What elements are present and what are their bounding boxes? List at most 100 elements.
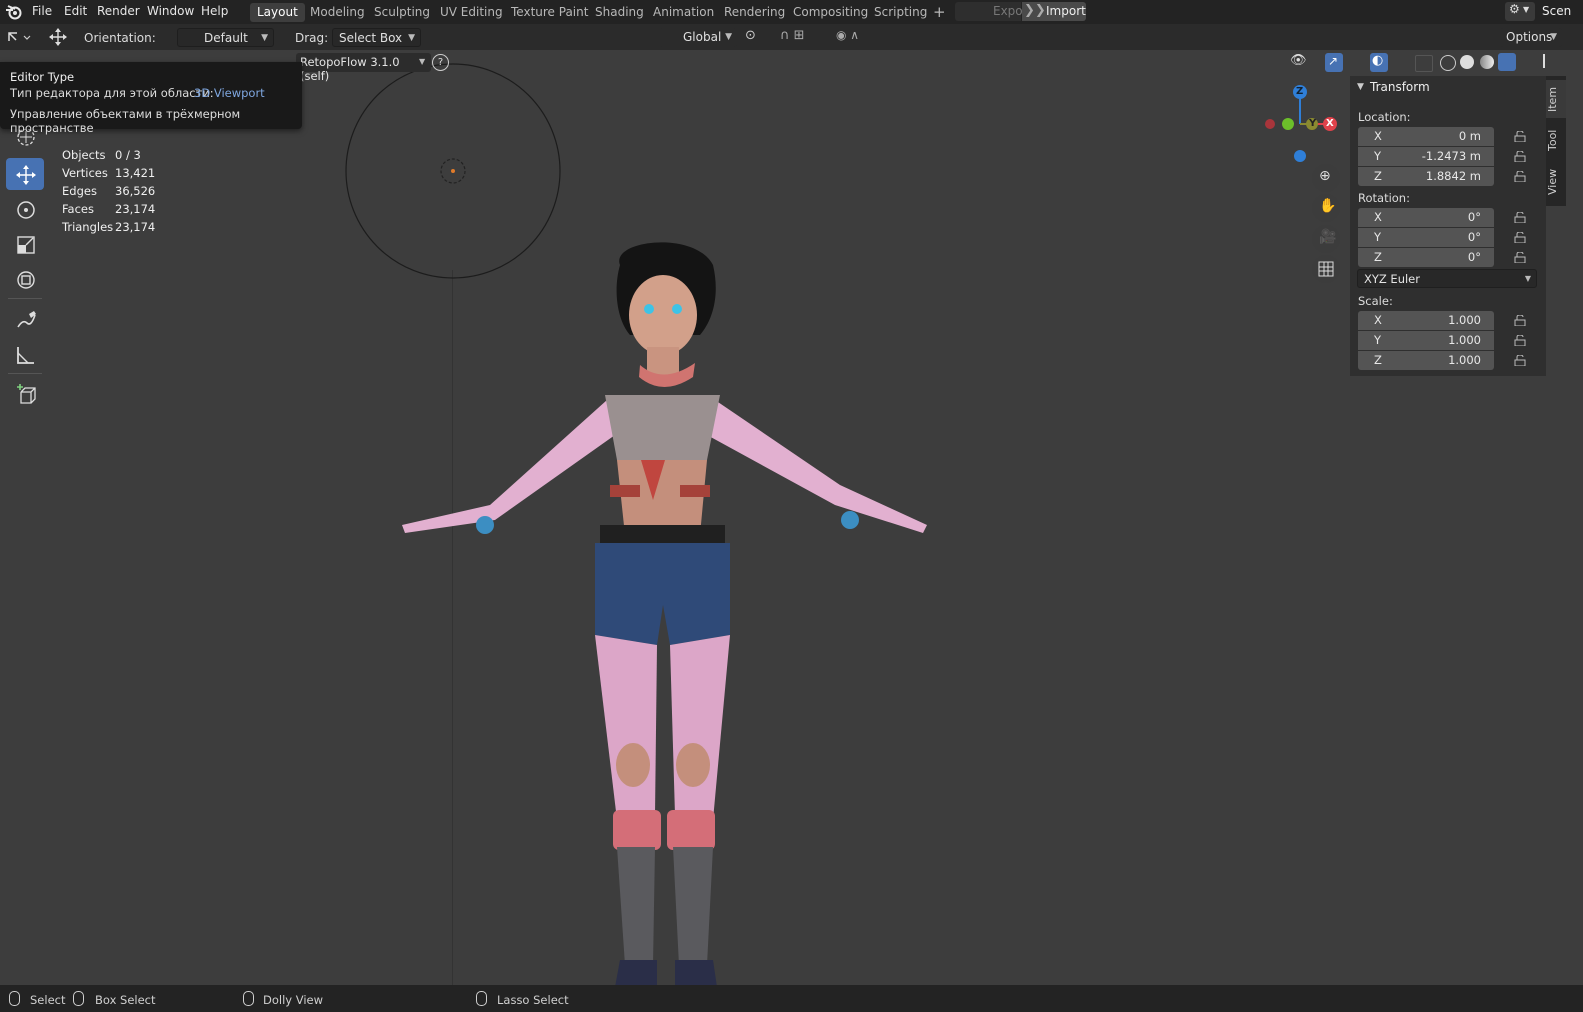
camera-view-button[interactable]: 🎥	[1312, 225, 1340, 253]
scale-tool-button[interactable]	[6, 228, 44, 260]
sidebar-tab-item[interactable]: Item	[1546, 80, 1566, 118]
rotation-z-field[interactable]: Z 0°	[1358, 248, 1494, 267]
scene-name[interactable]: Scen	[1542, 4, 1571, 18]
tab-shading[interactable]: Shading	[588, 3, 651, 22]
lock-icon[interactable]	[1514, 151, 1526, 162]
xray-toggle-button[interactable]	[1415, 55, 1433, 72]
tooltip-line1-prefix: Тип редактора для этой области:	[10, 86, 214, 100]
tab-scripting[interactable]: Scripting	[867, 3, 934, 22]
move-tool-icon[interactable]	[46, 27, 70, 47]
scale-y-field[interactable]: Y 1.000	[1358, 331, 1494, 350]
location-x-field[interactable]: X0 m	[1358, 127, 1494, 146]
chevron-down-icon: ▼	[1550, 32, 1557, 42]
rendered-shading-icon[interactable]	[1498, 53, 1516, 71]
tab-texture-paint[interactable]: Texture Paint	[504, 3, 595, 22]
lock-icon[interactable]	[1514, 355, 1526, 366]
wireframe-shading-icon[interactable]	[1440, 55, 1456, 71]
chevron-down-icon: ▼	[1523, 5, 1530, 14]
menu-help[interactable]: Help	[201, 4, 228, 18]
ortho-toggle-button[interactable]	[1312, 255, 1340, 283]
rotate-icon	[17, 201, 35, 219]
snap-button[interactable]: ∩ ⊞	[780, 28, 828, 47]
split-view-icon[interactable]	[1540, 54, 1548, 70]
tab-compositing[interactable]: Compositing	[786, 3, 875, 22]
gizmo-toggle-button[interactable]: ↗	[1325, 53, 1343, 72]
transform-orientation-dropdown[interactable]: Global ▼	[659, 28, 737, 47]
import-button[interactable]: ❯❯ Import	[1022, 2, 1086, 21]
menu-render[interactable]: Render	[97, 4, 140, 18]
visibility-button[interactable]: 👁	[1290, 53, 1322, 72]
add-workspace-button[interactable]: +	[926, 3, 953, 22]
scene-icon: ⚙	[1509, 2, 1520, 16]
chevron-down-icon: ▼	[725, 32, 732, 42]
rotation-y-field[interactable]: Y 0°	[1358, 228, 1494, 247]
overlays-toggle-button[interactable]: ◐	[1370, 53, 1388, 72]
chevron-down-icon: ▼	[419, 57, 426, 66]
lock-icon[interactable]	[1514, 171, 1526, 182]
collapse-arrow-icon[interactable]: ▼	[1357, 82, 1364, 92]
stat-value-edges: 36,526	[115, 184, 156, 198]
lock-icon[interactable]	[1514, 252, 1526, 263]
lock-icon[interactable]	[1514, 212, 1526, 223]
lock-icon[interactable]	[1514, 315, 1526, 326]
top-menu-bar: File Edit Render Window Help Layout Mode…	[0, 0, 1583, 24]
gizmo-x-label: X	[1326, 118, 1334, 129]
orientation-dropdown[interactable]: Default ▼	[177, 28, 274, 47]
scale-x-field[interactable]: X 1.000	[1358, 311, 1494, 330]
lock-icon[interactable]	[1514, 232, 1526, 243]
drag-dropdown[interactable]: Select Box ▼	[332, 28, 421, 47]
menu-window[interactable]: Window	[147, 4, 194, 18]
tab-layout[interactable]: Layout	[250, 3, 305, 22]
blender-logo-icon[interactable]	[5, 4, 22, 20]
transform-icon	[17, 271, 35, 289]
proportional-edit-button[interactable]: ◉ ∧	[836, 28, 884, 47]
tab-rendering[interactable]: Rendering	[717, 3, 792, 22]
tab-sculpting[interactable]: Sculpting	[367, 3, 437, 22]
pan-button[interactable]: ✋	[1312, 194, 1340, 222]
material-shading-icon[interactable]	[1480, 55, 1494, 69]
annotate-tool-button[interactable]	[6, 303, 44, 335]
tab-modeling[interactable]: Modeling	[303, 3, 372, 22]
menu-file[interactable]: File	[32, 4, 52, 18]
move-icon	[16, 165, 36, 185]
editor-type-button[interactable]	[5, 27, 35, 47]
sidebar-tab-tool[interactable]: Tool	[1546, 122, 1566, 158]
transform-tool-button[interactable]	[6, 263, 44, 295]
rotate-tool-button[interactable]	[6, 193, 44, 225]
menu-edit[interactable]: Edit	[64, 4, 87, 18]
stat-value-faces: 23,174	[115, 202, 156, 216]
grid-icon	[1318, 261, 1334, 277]
export-button[interactable]: Export	[955, 2, 1032, 21]
help-button[interactable]: ?	[432, 54, 449, 71]
status-dolly-view: Dolly View	[263, 993, 324, 1007]
annotate-pencil-icon	[17, 311, 36, 328]
tab-animation[interactable]: Animation	[646, 3, 721, 22]
location-y-field[interactable]: Y -1.2473 m	[1358, 147, 1494, 166]
scene-selector-button[interactable]: ⚙ ▼	[1505, 2, 1535, 21]
retopoflow-dropdown[interactable]: RetopoFlow 3.1.0 (self) ▼	[296, 53, 431, 83]
character-model[interactable]	[395, 235, 935, 985]
pivot-point-button[interactable]: ⊙	[745, 28, 773, 47]
ruler-icon	[17, 347, 34, 364]
3d-viewport[interactable]: Objects 0 / 3 Vertices 13,421 Edges 36,5…	[0, 50, 1548, 985]
panel-title[interactable]: Transform	[1370, 80, 1430, 94]
zoom-button[interactable]: ⊕	[1312, 164, 1340, 192]
lock-icon[interactable]	[1514, 335, 1526, 346]
add-cube-tool-button[interactable]	[6, 378, 44, 410]
options-dropdown[interactable]: Options ▼	[1500, 28, 1562, 47]
rotation-x-field[interactable]: X 0°	[1358, 208, 1494, 227]
add-cube-icon	[17, 384, 36, 404]
mouse-drag-icon	[73, 991, 84, 1006]
hand-icon: ✋	[1319, 198, 1337, 214]
location-z-field[interactable]: Z 1.8842 m	[1358, 167, 1494, 186]
sidebar-tab-view[interactable]: View	[1546, 164, 1566, 200]
scale-z-field[interactable]: Z 1.000	[1358, 351, 1494, 370]
solid-shading-icon[interactable]	[1460, 55, 1474, 69]
lock-icon[interactable]	[1514, 131, 1526, 142]
rotation-mode-dropdown[interactable]: XYZ Euler ▼	[1357, 269, 1537, 288]
move-tool-button[interactable]	[6, 158, 44, 190]
measure-tool-button[interactable]	[6, 338, 44, 370]
editor-type-tooltip: Editor Type Тип редактора для этой облас…	[0, 62, 302, 135]
sidebar-transform-panel: ▼ Transform Location: X0 m Y -1.2473 m Z1…	[1350, 76, 1546, 376]
tab-uv-editing[interactable]: UV Editing	[433, 3, 510, 22]
